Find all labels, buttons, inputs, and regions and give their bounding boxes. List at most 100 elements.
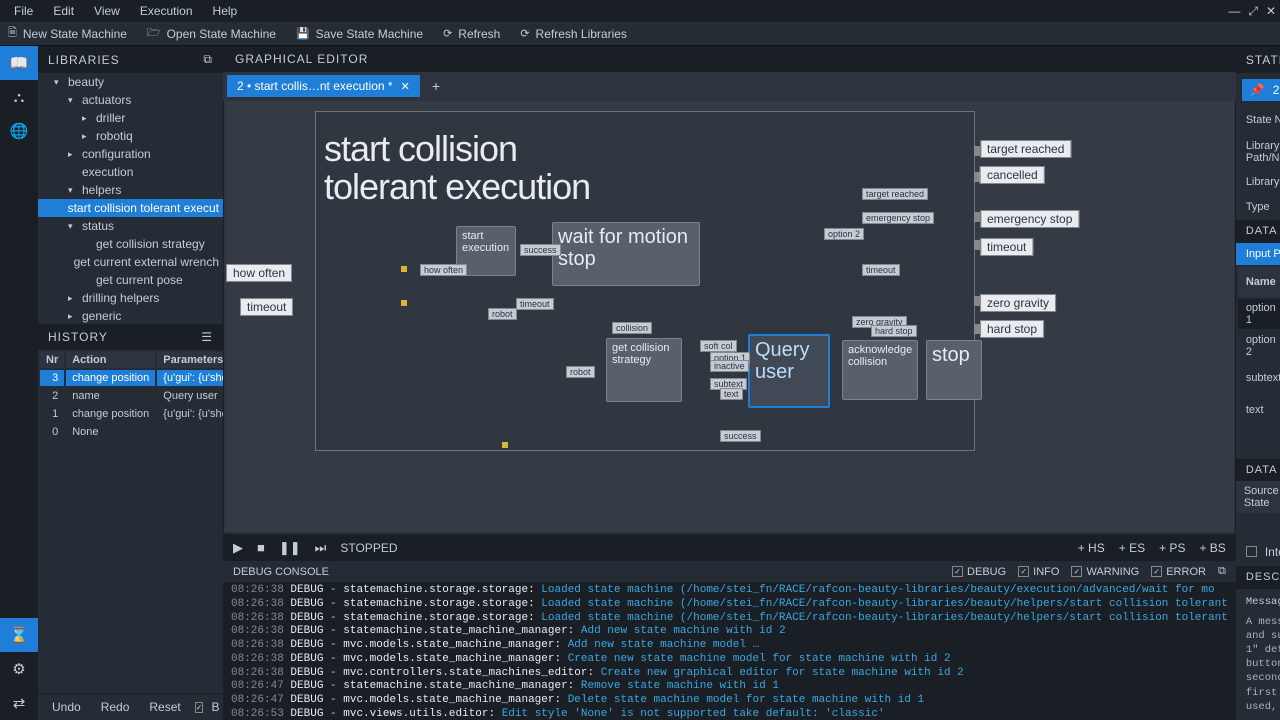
filter-warning-checkbox[interactable] xyxy=(1071,566,1082,577)
wire-collision: collision xyxy=(612,322,652,334)
tree-item[interactable]: ▸configuration xyxy=(38,145,223,163)
state-stop[interactable]: stop xyxy=(926,340,982,400)
port-row[interactable]: option 1strContinue xyxy=(1238,299,1280,329)
step-button[interactable]: ⏭ xyxy=(315,540,327,556)
internal-checkbox[interactable] xyxy=(1246,546,1257,557)
tree-item[interactable]: ▾actuators xyxy=(38,91,223,109)
copy-icon[interactable]: ⧉ xyxy=(203,52,213,67)
outcome-target-reached[interactable]: target reached xyxy=(980,140,1071,158)
history-b-checkbox[interactable] xyxy=(195,702,204,713)
tab-add-button[interactable]: + xyxy=(424,74,448,98)
state-editor-tab[interactable]: 📌 2 • Query user ✕ xyxy=(1242,79,1280,101)
outcome-timeout[interactable]: timeout xyxy=(980,238,1033,256)
reset-button[interactable]: Reset xyxy=(143,698,186,716)
menu-edit[interactable]: Edit xyxy=(43,1,84,21)
outcome-emergency-stop[interactable]: emergency stop xyxy=(980,210,1079,228)
menu-help[interactable]: Help xyxy=(203,1,248,21)
menu-view[interactable]: View xyxy=(84,1,130,21)
pause-button[interactable]: ❚❚ xyxy=(279,540,301,556)
sidebar-tab-swap[interactable]: ⇄ xyxy=(0,686,38,720)
state-get-collision-strategy[interactable]: get collision strategy xyxy=(606,338,682,402)
wire-timeout2: timeout xyxy=(862,264,900,276)
save-sm-button[interactable]: 💾Save State Machine xyxy=(296,27,423,41)
outcome-cancelled[interactable]: cancelled xyxy=(980,166,1045,184)
sidebar-tab-history[interactable]: ⌛ xyxy=(0,618,38,652)
add-es-button[interactable]: + ES xyxy=(1119,541,1145,555)
input-how-often[interactable]: how often xyxy=(226,264,292,282)
tree-item[interactable]: execution xyxy=(38,163,223,181)
window-minimize-icon[interactable]: — xyxy=(1228,4,1240,18)
outcome-hard-stop[interactable]: hard stop xyxy=(980,320,1044,338)
copy-icon[interactable]: ⧉ xyxy=(1218,565,1226,578)
port-row[interactable]: textstrA soft collision was detected xyxy=(1238,395,1280,425)
state-acknowledge[interactable]: acknowledge collision xyxy=(842,340,918,400)
tree-item[interactable]: ▸robotiq xyxy=(38,127,223,145)
history-row[interactable]: 1change position{u'gui': {u'show_c xyxy=(40,406,253,422)
wire-timeout: timeout xyxy=(516,298,554,310)
history-header: HISTORY ☰ xyxy=(38,324,223,350)
tree-item[interactable]: get current external wrench xyxy=(38,253,223,271)
tree-item[interactable]: get current pose xyxy=(38,271,223,289)
state-editor-header: STATE EDITOR ⧉ xyxy=(1236,46,1280,73)
add-bs-button[interactable]: + BS xyxy=(1199,541,1225,555)
data-flows-columns: Source State Source Port Target State Ta… xyxy=(1236,481,1280,513)
add-ps-button[interactable]: + PS xyxy=(1159,541,1185,555)
tree-item[interactable]: ▾helpers xyxy=(38,181,223,199)
state-machine-root[interactable]: start collisiontolerant execution start … xyxy=(315,111,975,451)
menu-execution[interactable]: Execution xyxy=(130,1,203,21)
history-row[interactable]: 2nameQuery user xyxy=(40,388,253,404)
tree-item[interactable]: start collision tolerant execut xyxy=(38,199,223,217)
port-row[interactable]: option 2strCancel xyxy=(1238,331,1280,361)
tree-item[interactable]: ▸driller xyxy=(38,109,223,127)
tree-item[interactable]: ▸drilling helpers xyxy=(38,289,223,307)
new-sm-button[interactable]: 🗎New State Machine xyxy=(8,24,127,43)
state-query-user[interactable]: Query user xyxy=(748,334,830,408)
redo-button[interactable]: Redo xyxy=(95,698,136,716)
input-timeout[interactable]: timeout xyxy=(240,298,293,316)
wire-text: text xyxy=(720,388,743,400)
sidebar-tab-execution[interactable]: ⚙ xyxy=(0,652,38,686)
window-maximize-icon[interactable]: ⤢ xyxy=(1248,4,1258,19)
debug-console[interactable]: 08:26:38 DEBUG - statemachine.storage.st… xyxy=(223,582,1236,720)
filter-debug-checkbox[interactable] xyxy=(952,566,963,577)
log-line: 08:26:38 DEBUG - mvc.models.state_machin… xyxy=(231,639,1228,653)
data-port-tabs: Input Ports Output Ports Scoped Variable… xyxy=(1236,243,1280,265)
sidebar-tab-tree[interactable]: ⛬ xyxy=(0,80,38,114)
wire-robot: robot xyxy=(488,308,517,320)
tree-item[interactable]: ▾beauty xyxy=(38,73,223,91)
stop-button[interactable]: ■ xyxy=(257,540,265,555)
outcome-zero-gravity[interactable]: zero gravity xyxy=(980,294,1056,312)
description-header: DESCRIPTION ↕☰ xyxy=(1236,566,1280,589)
filter-error-checkbox[interactable] xyxy=(1151,566,1162,577)
column-icon[interactable]: ☰ xyxy=(201,330,213,344)
libraries-tree[interactable]: ▾beauty▾actuators▸driller▸robotiq▸config… xyxy=(38,73,223,324)
state-canvas[interactable]: start collisiontolerant execution start … xyxy=(224,100,1235,533)
window-close-icon[interactable]: ✕ xyxy=(1266,4,1276,18)
undo-button[interactable]: Undo xyxy=(46,698,87,716)
tab-statemachine[interactable]: 2 • start collis…nt execution *✕ xyxy=(227,75,420,97)
port-row[interactable]: subtextstrChoose whether to contiue the … xyxy=(1238,363,1280,393)
tab-input-ports[interactable]: Input Ports xyxy=(1236,243,1280,265)
sidebar-tab-network[interactable]: 🌐 xyxy=(0,114,38,148)
filter-info-checkbox[interactable] xyxy=(1018,566,1029,577)
toolbar: 🗎New State Machine 🗁Open State Machine 💾… xyxy=(0,22,1280,46)
open-sm-button[interactable]: 🗁Open State Machine xyxy=(147,24,276,43)
menu-file[interactable]: File xyxy=(4,1,43,21)
data-ports-table[interactable]: Name Data Type Used value option 1strCon… xyxy=(1236,265,1280,427)
state-wait-for-motion-stop[interactable]: wait for motion stop xyxy=(552,222,700,286)
tree-item[interactable]: ▸generic xyxy=(38,307,223,324)
history-row[interactable]: 3change position{u'gui': {u'show_c xyxy=(40,370,253,386)
log-line: 08:26:38 DEBUG - mvc.models.state_machin… xyxy=(231,653,1228,667)
play-button[interactable]: ▶ xyxy=(233,540,243,556)
sidebar-tab-libraries[interactable]: 📖 xyxy=(0,46,38,80)
log-line: 08:26:47 DEBUG - statemachine.state_mach… xyxy=(231,680,1228,694)
tab-close-icon[interactable]: ✕ xyxy=(401,80,410,93)
refresh-button[interactable]: ⟳Refresh xyxy=(443,27,500,41)
history-row[interactable]: 0None xyxy=(40,424,253,440)
wire-target-reached: target reached xyxy=(862,188,928,200)
tree-item[interactable]: ▾status xyxy=(38,217,223,235)
tree-item[interactable]: get collision strategy xyxy=(38,235,223,253)
right-column: STATE EDITOR ⧉ 📌 2 • Query user ✕ State … xyxy=(1236,46,1280,720)
add-hs-button[interactable]: + HS xyxy=(1078,541,1105,555)
refresh-libs-button[interactable]: ⟳Refresh Libraries xyxy=(520,27,627,41)
